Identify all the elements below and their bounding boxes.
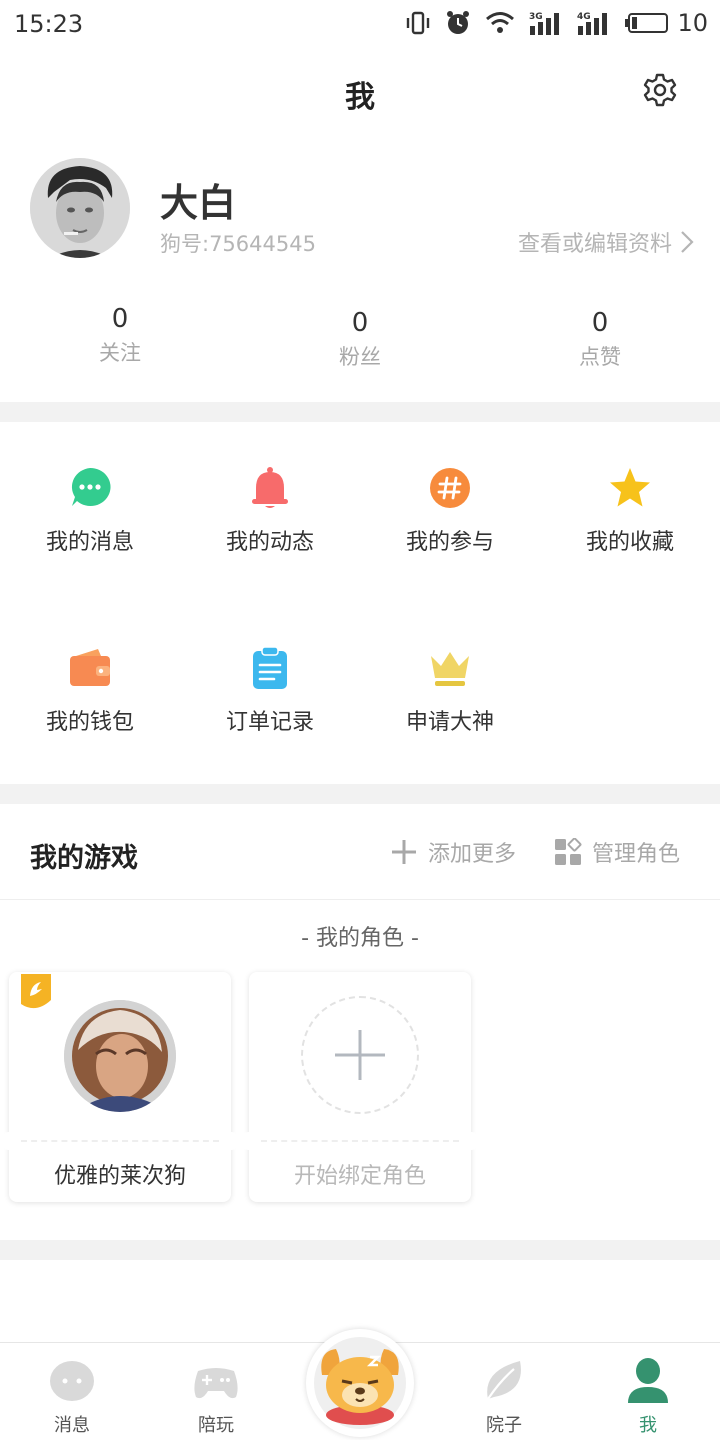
dog-mascot-icon (314, 1337, 406, 1429)
menu-my-participation[interactable]: 我的参与 (360, 422, 540, 555)
menu-my-favorites[interactable]: 我的收藏 (540, 422, 720, 555)
menu-label: 我的消息 (45, 530, 134, 555)
edit-profile-link[interactable]: 查看或编辑资料 (518, 226, 694, 258)
roles-caption: - 我的角色 - (301, 926, 419, 951)
bottom-tab-bar: 消息 陪玩 院子 我 (0, 1329, 720, 1440)
stat-following[interactable]: 0 关注 (0, 302, 240, 370)
card-notch (240, 1132, 258, 1150)
add-role-circle[interactable] (301, 996, 419, 1114)
stat-label: 点赞 (579, 345, 621, 369)
bell-icon (252, 467, 288, 508)
person-icon (628, 1358, 668, 1403)
card-dashed-divider (21, 1140, 219, 1142)
plus-icon (392, 840, 416, 864)
stat-fans[interactable]: 0 粉丝 (240, 306, 480, 374)
add-more-button[interactable]: 添加更多 (390, 836, 516, 868)
star-icon (610, 468, 650, 507)
nickname: 大白 (160, 181, 237, 225)
avatar[interactable] (30, 158, 130, 258)
card-notch (462, 1132, 480, 1150)
menu-label: 申请大神 (405, 710, 494, 735)
tab-yard[interactable]: 院子 (444, 1343, 564, 1440)
status-icons: 3G 4G 10 (405, 8, 708, 38)
tab-label: 消息 (54, 1415, 90, 1436)
card-dashed-divider (261, 1140, 459, 1142)
edit-profile-label: 查看或编辑资料 (517, 232, 672, 257)
stat-count: 0 (351, 308, 369, 338)
leaf-icon (487, 1361, 521, 1400)
my-games-section: 我的游戏 添加更多 管理角色 - 我的角色 - 优雅的莱次狗 开始绑定角色 (0, 804, 720, 1240)
menu-apply-master[interactable]: 申请大神 (360, 602, 540, 735)
card-notch (222, 1132, 240, 1150)
menu-label: 订单记录 (225, 710, 314, 735)
section-divider (0, 402, 720, 422)
stat-likes[interactable]: 0 点赞 (480, 306, 720, 374)
avatar-photo (30, 158, 130, 258)
tab-me[interactable]: 我 (588, 1343, 708, 1440)
vibrate-icon (407, 11, 430, 35)
stat-label: 粉丝 (339, 345, 381, 369)
chevron-right-icon (681, 231, 694, 253)
page-header: 我 (0, 48, 720, 140)
battery-icon (625, 13, 669, 33)
chat-bubble-icon (71, 467, 111, 506)
menu-my-wallet[interactable]: 我的钱包 (0, 602, 180, 735)
gear-icon (643, 73, 677, 107)
menu-label: 我的动态 (225, 530, 314, 555)
signal-4g-icon: 4G (577, 12, 608, 35)
manage-roles-button[interactable]: 管理角色 (554, 836, 680, 868)
menu-my-messages[interactable]: 我的消息 (0, 422, 180, 555)
role-name: 优雅的莱次狗 (53, 1164, 186, 1189)
chat-face-icon (50, 1361, 94, 1401)
plus-icon (335, 1030, 385, 1080)
wifi-icon (486, 12, 515, 33)
profile-section: 大白 狗号:75644545 查看或编辑资料 0 关注 0 粉丝 0 点赞 (0, 140, 720, 402)
page-title: 我 (345, 80, 375, 115)
section-title: 我的游戏 (30, 843, 138, 874)
settings-button[interactable] (642, 72, 678, 108)
menu-label: 我的收藏 (585, 530, 674, 555)
clipboard-icon (253, 646, 287, 689)
bind-role-card[interactable]: 开始绑定角色 (240, 972, 480, 1202)
tab-label: 我 (639, 1415, 657, 1436)
role-card[interactable]: 优雅的莱次狗 (0, 972, 240, 1202)
status-time: 15:23 (14, 10, 84, 38)
crown-icon (431, 652, 469, 686)
svg-text:3G: 3G (529, 12, 543, 22)
menu-label: 我的参与 (405, 530, 494, 555)
section-divider (0, 784, 720, 804)
quick-menu-grid: 我的消息 我的动态 我的参与 我的收藏 我的钱包 订单记录 申请大神 (0, 422, 720, 784)
stat-count: 0 (111, 304, 129, 334)
wallet-icon (70, 649, 110, 686)
tab-messages[interactable]: 消息 (12, 1343, 132, 1440)
user-id: 狗号:75644545 (160, 232, 316, 256)
section-divider (0, 1240, 720, 1260)
alarm-icon (447, 11, 470, 34)
stats-row: 0 关注 0 粉丝 0 点赞 (0, 302, 720, 382)
tab-label: 陪玩 (198, 1415, 234, 1436)
manage-roles-label: 管理角色 (592, 842, 681, 867)
tab-label: 院子 (486, 1415, 522, 1436)
center-mascot-button[interactable] (306, 1329, 414, 1437)
add-more-label: 添加更多 (428, 842, 517, 867)
role-avatar (64, 1000, 176, 1112)
hashtag-icon (430, 468, 470, 508)
menu-label: 我的钱包 (45, 710, 134, 735)
stat-count: 0 (591, 308, 609, 338)
svg-text:4G: 4G (577, 12, 591, 22)
grid-manage-icon (555, 838, 582, 865)
menu-order-records[interactable]: 订单记录 (180, 602, 360, 735)
game-badge-icon (21, 974, 51, 1009)
tab-play[interactable]: 陪玩 (156, 1343, 276, 1440)
battery-level: 10 (677, 9, 708, 37)
stat-label: 关注 (99, 341, 141, 365)
menu-my-activity[interactable]: 我的动态 (180, 422, 360, 555)
divider (0, 899, 720, 900)
gamepad-icon (194, 1368, 238, 1399)
signal-3g-icon: 3G (529, 12, 560, 35)
card-notch (0, 1132, 18, 1150)
status-bar: 15:23 3G 4G 10 (0, 0, 720, 48)
bind-role-label: 开始绑定角色 (293, 1164, 426, 1189)
